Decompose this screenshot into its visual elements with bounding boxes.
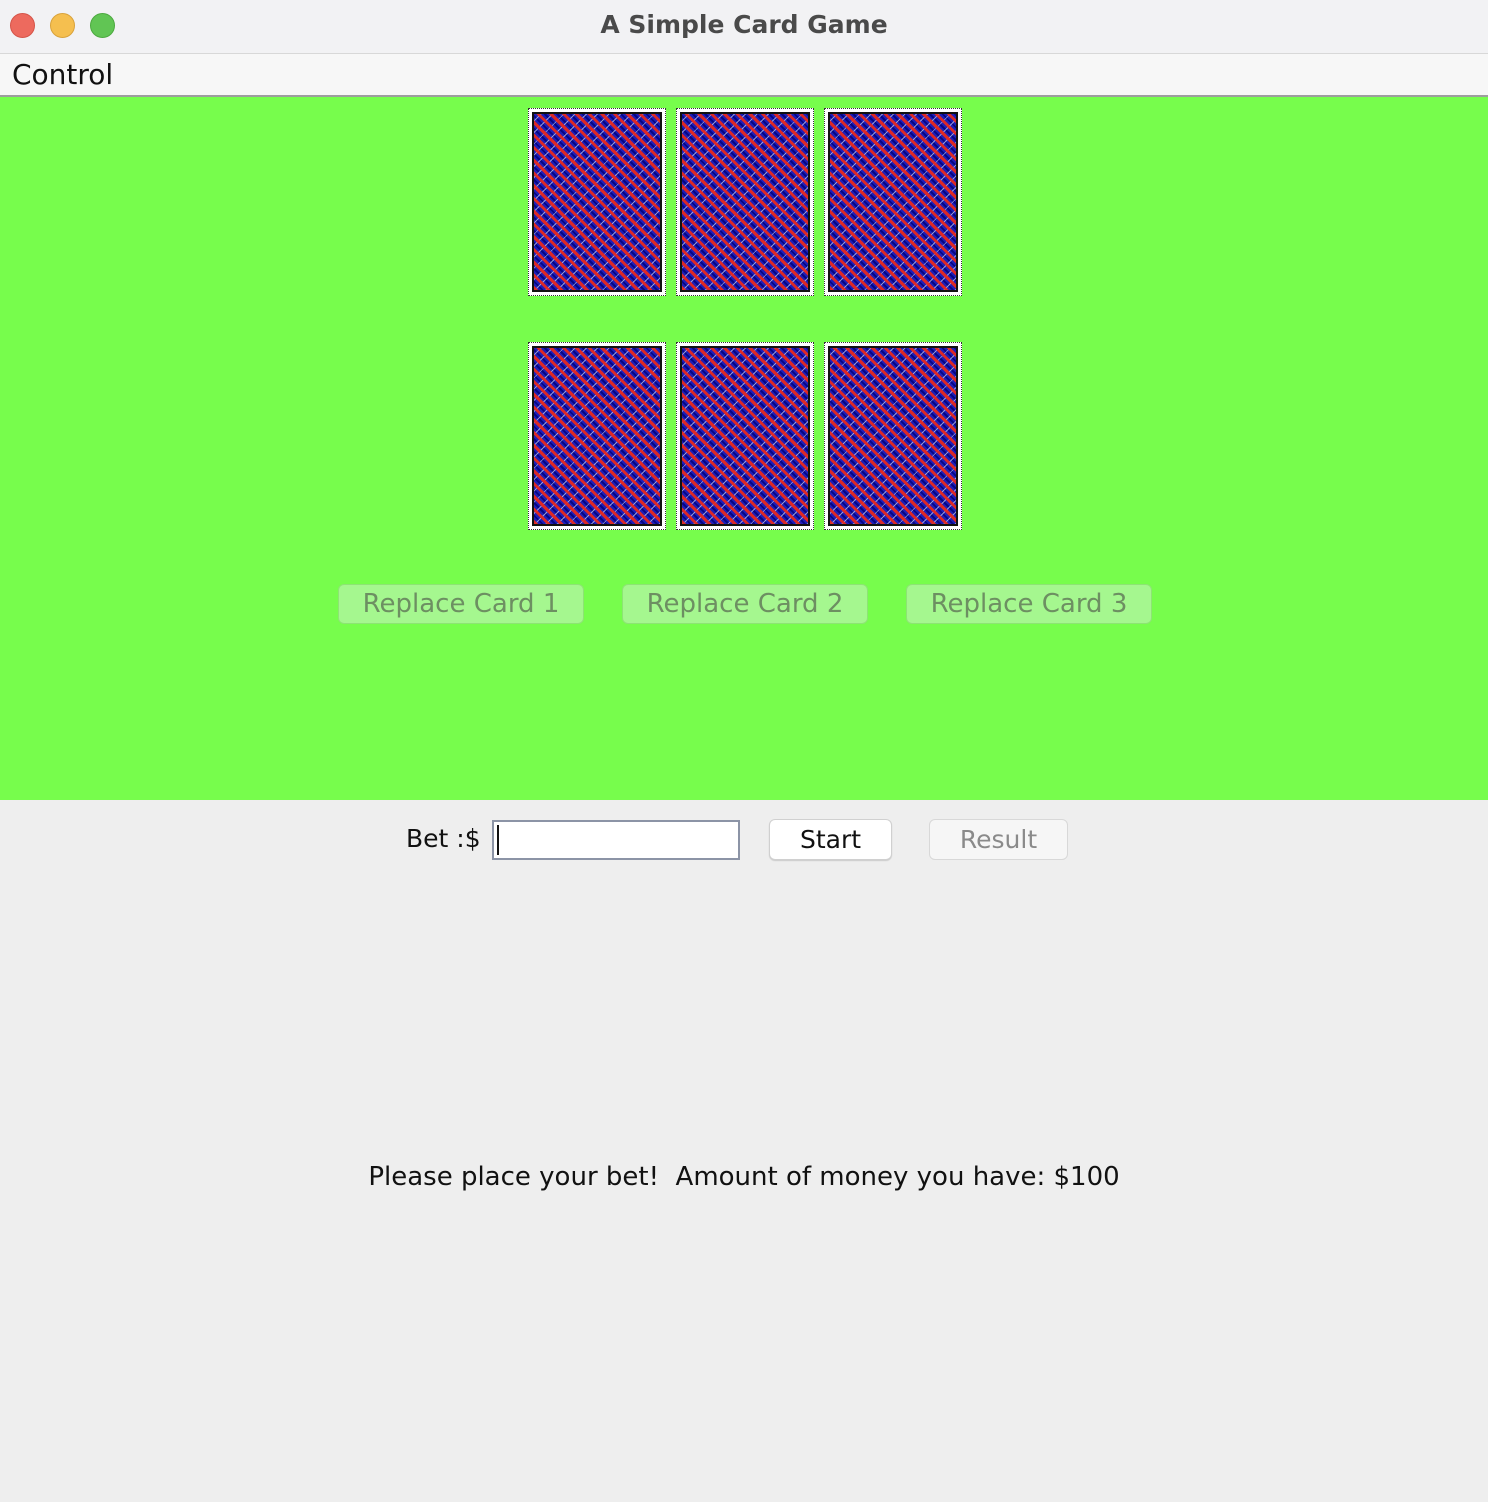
player-card-3 xyxy=(824,342,962,530)
start-button[interactable]: Start xyxy=(769,819,892,860)
card-back-pattern xyxy=(828,346,958,526)
text-caret xyxy=(497,825,499,855)
card-table: Replace Card 1 Replace Card 2 Replace Ca… xyxy=(0,97,1488,800)
result-button[interactable]: Result xyxy=(929,819,1068,860)
title-bar: A Simple Card Game xyxy=(0,0,1488,54)
card-back-pattern xyxy=(532,112,662,292)
window-title: A Simple Card Game xyxy=(600,10,888,39)
dealer-card-2 xyxy=(676,108,814,296)
card-back-pattern xyxy=(532,346,662,526)
card-back-pattern xyxy=(828,112,958,292)
bet-label: Bet :$ xyxy=(406,824,481,853)
replace-card-1-button[interactable]: Replace Card 1 xyxy=(338,584,584,624)
card-back-pattern xyxy=(680,346,810,526)
bet-input[interactable] xyxy=(492,820,740,860)
replace-card-2-button[interactable]: Replace Card 2 xyxy=(622,584,868,624)
menu-bar: Control xyxy=(0,54,1488,97)
replace-card-3-button[interactable]: Replace Card 3 xyxy=(906,584,1152,624)
card-back-pattern xyxy=(680,112,810,292)
dealer-card-1 xyxy=(528,108,666,296)
dealer-card-3 xyxy=(824,108,962,296)
menu-control[interactable]: Control xyxy=(12,58,113,91)
player-card-1 xyxy=(528,342,666,530)
player-card-2 xyxy=(676,342,814,530)
status-message: Please place your bet! Amount of money y… xyxy=(368,1162,1120,1192)
